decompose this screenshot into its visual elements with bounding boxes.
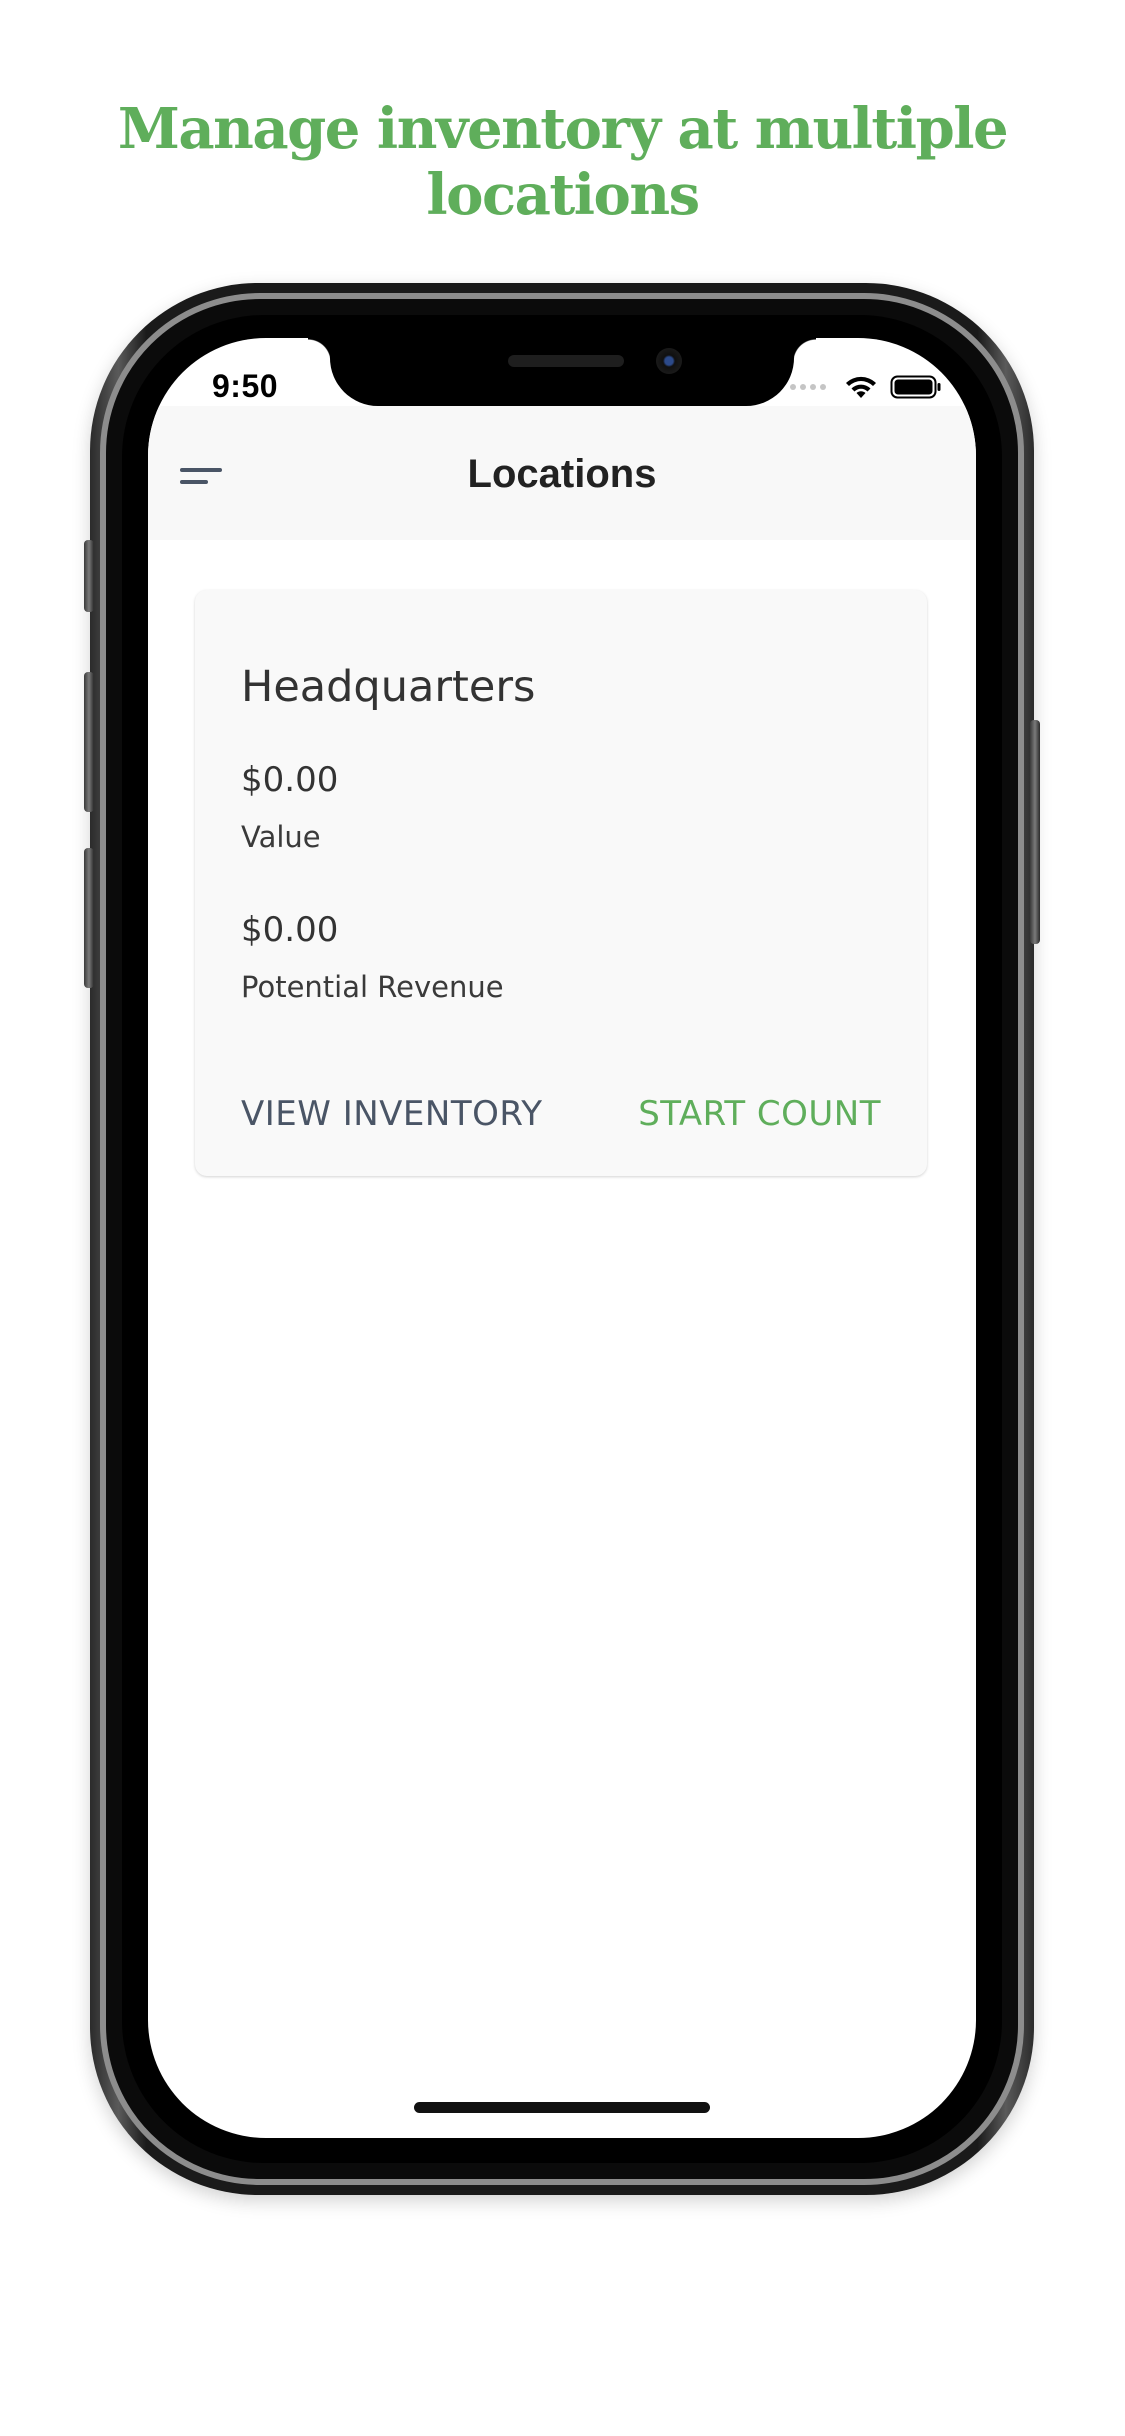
status-time: 9:50 <box>212 368 279 404</box>
location-name: Headquarters <box>241 662 536 712</box>
phone-screen: 9:50 Locations Headquarters $0.00 Value <box>148 338 976 2138</box>
navbar: Locations <box>148 406 976 540</box>
status-icons <box>790 374 942 400</box>
volume-up-button <box>84 672 94 812</box>
location-card: Headquarters $0.00 Value $0.00 Potential… <box>195 590 927 1176</box>
revenue-amount: $0.00 <box>241 910 339 950</box>
speaker-grille <box>508 355 624 367</box>
revenue-label: Potential Revenue <box>241 970 504 1004</box>
battery-icon <box>890 375 941 399</box>
mute-switch <box>84 540 94 612</box>
page-title: Locations <box>467 452 657 496</box>
notch <box>308 338 816 406</box>
volume-down-button <box>84 848 94 988</box>
view-inventory-button[interactable]: VIEW INVENTORY <box>241 1094 543 1134</box>
value-label: Value <box>241 820 321 854</box>
signal-dots-icon <box>790 384 826 390</box>
power-button <box>1030 720 1040 944</box>
wifi-icon <box>846 376 876 398</box>
value-amount: $0.00 <box>241 760 339 800</box>
promo-headline: Manage inventory at multiple locations <box>117 96 1009 228</box>
start-count-button[interactable]: START COUNT <box>638 1094 881 1134</box>
home-indicator <box>414 2102 710 2113</box>
front-camera <box>656 348 682 374</box>
